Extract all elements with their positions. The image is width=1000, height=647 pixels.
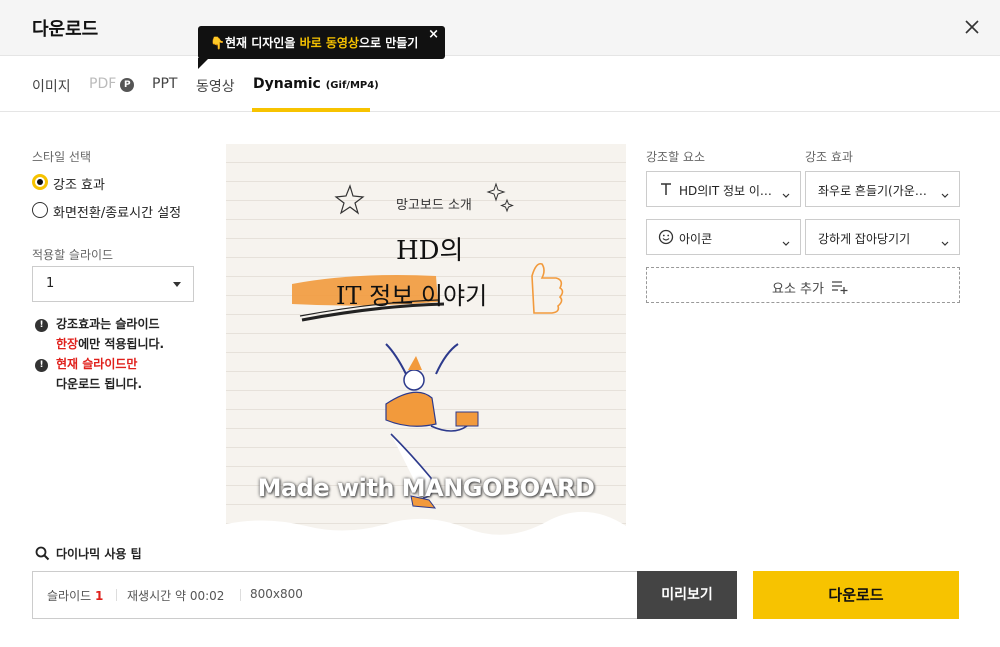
download-button[interactable]: 다운로드 xyxy=(753,571,959,619)
tab-dynamic[interactable]: Dynamic (Gif/MP4) xyxy=(253,76,379,92)
note-current-slide: 현재 슬라이드만 다운로드 됩니다. xyxy=(56,354,142,394)
element-select-value: 아이콘 xyxy=(679,232,713,246)
close-icon[interactable] xyxy=(962,17,982,37)
add-element-button[interactable]: 요소 추가 xyxy=(646,267,960,303)
smiley-icon xyxy=(658,229,674,245)
search-icon xyxy=(35,546,50,561)
active-tab-indicator xyxy=(252,108,370,112)
radio-selected-icon xyxy=(32,174,48,190)
effect-select-2[interactable]: 강하게 잡아당기기 xyxy=(805,219,960,255)
download-info-bar: 슬라이드 1 재생시간 약 00:02 800x800 xyxy=(32,571,638,619)
tooltip-text-pre: 현재 디자인을 xyxy=(224,36,300,50)
alert-icon: ! xyxy=(35,359,48,372)
radio-transition-setting[interactable]: 화면전환/종료시간 설정 xyxy=(32,200,202,221)
video-tooltip: 👇현재 디자인을 바로 동영상으로 만들기 × xyxy=(198,26,445,69)
tab-image[interactable]: 이미지 xyxy=(32,76,71,96)
radio-label: 강조 효과 xyxy=(53,178,105,193)
tab-pdf[interactable]: PDF P xyxy=(89,76,135,92)
tab-dynamic-sub: (Gif/MP4) xyxy=(325,80,379,91)
divider xyxy=(116,589,117,601)
divider xyxy=(240,589,241,601)
tooltip-text-highlight: 바로 동영상 xyxy=(299,36,359,50)
element-label: 강조할 요소 xyxy=(646,150,706,164)
element-select-value: HD의IT 정보 이… xyxy=(679,184,772,198)
slide-count-info: 슬라이드 1 xyxy=(47,587,103,604)
preview-it-title: IT 정보 이야기 xyxy=(336,282,488,310)
list-add-icon xyxy=(831,279,849,295)
tip-label: 다이나믹 사용 팁 xyxy=(56,547,142,561)
radio-label: 화면전환/종료시간 설정 xyxy=(53,206,182,221)
slide-select-value: 1 xyxy=(46,276,55,291)
chevron-down-icon xyxy=(782,233,790,246)
slide-select[interactable]: 1 xyxy=(32,266,194,302)
caret-down-icon xyxy=(173,282,181,287)
effect-select-value: 좌우로 흔들기(가운… xyxy=(818,184,927,198)
note2-line2: 다운로드 됩니다. xyxy=(56,377,143,391)
watermark-text: Made with MANGOBOARD xyxy=(257,474,595,502)
add-element-label: 요소 추가 xyxy=(772,282,824,297)
element-select-1[interactable]: HD의IT 정보 이… xyxy=(646,171,801,207)
chevron-down-icon xyxy=(941,185,949,198)
dialog-header: 다운로드 xyxy=(0,0,1000,56)
premium-badge: P xyxy=(120,78,135,92)
dialog-title: 다운로드 xyxy=(32,19,99,40)
tooltip-close-icon[interactable]: × xyxy=(428,27,439,42)
element-select-2[interactable]: 아이콘 xyxy=(646,219,801,255)
chevron-down-icon xyxy=(941,233,949,246)
format-tabs: 이미지 PDF P PPT 동영상 Dynamic (Gif/MP4) xyxy=(0,56,1000,112)
tooltip-text-post: 으로 만들기 xyxy=(358,36,419,50)
tab-ppt[interactable]: PPT xyxy=(152,76,177,92)
alert-icon: ! xyxy=(35,319,48,332)
slide-info-label: 슬라이드 xyxy=(47,589,92,603)
note2-red: 현재 슬라이드만 xyxy=(56,357,138,371)
effect-select-value: 강하게 잡아당기기 xyxy=(818,232,911,246)
note1-line2: 에만 적용됩니다. xyxy=(78,337,165,351)
radio-unselected-icon xyxy=(32,202,48,218)
apply-slide-label: 적용할 슬라이드 xyxy=(32,248,114,262)
preview-button[interactable]: 미리보기 xyxy=(637,571,737,619)
note-emphasis: 강조효과는 슬라이드 한장에만 적용됩니다. xyxy=(56,314,164,354)
tab-dynamic-label: Dynamic xyxy=(253,76,321,92)
radio-emphasis-effect[interactable]: 강조 효과 xyxy=(32,172,202,193)
chevron-down-icon xyxy=(782,185,790,198)
preview-hd-title: HD의 xyxy=(396,236,464,266)
tab-pdf-label: PDF xyxy=(89,76,117,92)
slide-info-number: 1 xyxy=(95,589,104,603)
preview-small-title: 망고보드 소개 xyxy=(396,198,472,213)
tab-video[interactable]: 동영상 xyxy=(196,76,235,96)
style-select-label: 스타일 선택 xyxy=(32,150,92,164)
note1-red: 한장 xyxy=(56,337,79,351)
effect-select-1[interactable]: 좌우로 흔들기(가운… xyxy=(805,171,960,207)
size-info: 800x800 xyxy=(250,587,303,601)
text-icon xyxy=(658,181,674,197)
slide-preview: 망고보드 소개 HD의 IT 정보 이야기 Made with MANGOBOA… xyxy=(226,144,626,543)
playtime-info: 재생시간 약 00:02 xyxy=(127,589,225,603)
note1-line1: 강조효과는 슬라이드 xyxy=(56,317,160,331)
effect-label: 강조 효과 xyxy=(805,150,853,164)
pointing-finger-icon: 👇 xyxy=(210,36,225,50)
